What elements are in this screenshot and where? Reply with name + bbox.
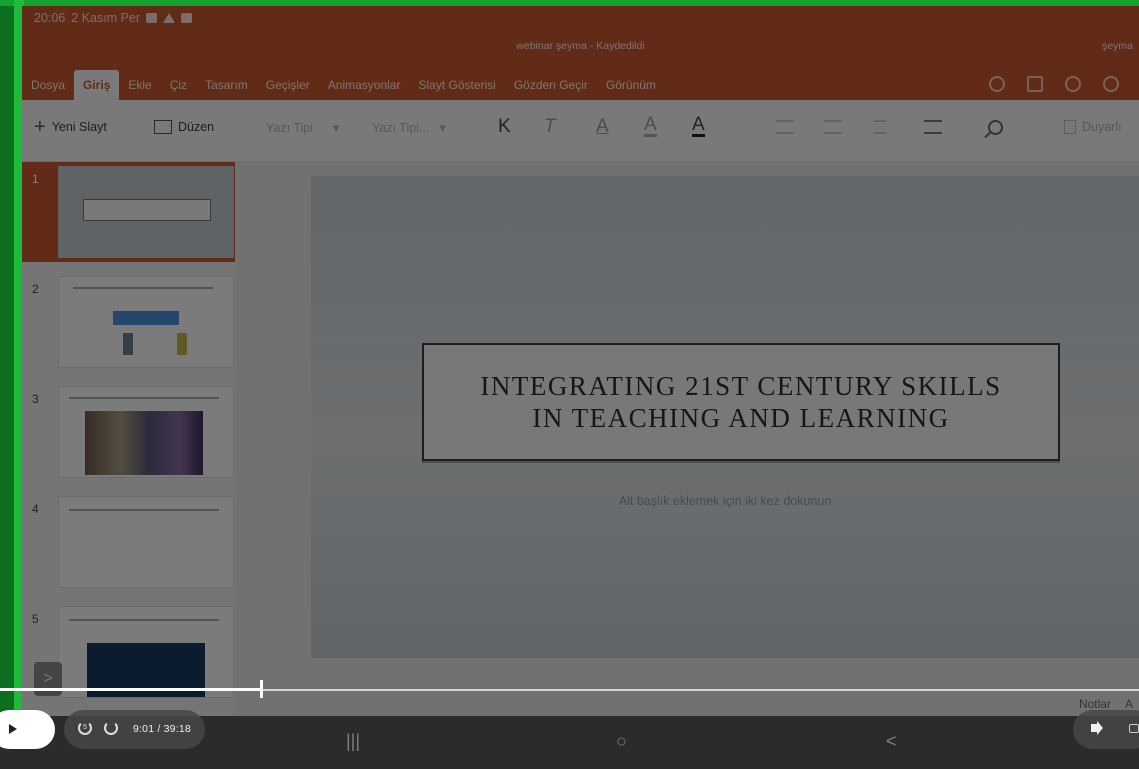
tab-gorunum[interactable]: Görünüm [597, 70, 665, 100]
home-button[interactable]: ○ [616, 731, 627, 752]
volume-icon[interactable] [1091, 724, 1097, 732]
mini-text-line [73, 287, 213, 289]
slide-thumbnail[interactable]: 4 [22, 492, 235, 592]
align-icon[interactable] [924, 120, 942, 134]
ribbon-tabs: Dosya Giriş Ekle Çiz Tasarım Geçişler An… [22, 66, 665, 100]
mini-title-box [83, 199, 211, 221]
play-icon [9, 724, 17, 734]
font-size-dropdown[interactable]: Yazı Tipi... ▾ [372, 120, 446, 136]
mini-diagram [113, 311, 179, 325]
slide-thumbnail[interactable]: 2 [22, 272, 235, 372]
time-display: 9:01 / 39:18 [133, 723, 191, 735]
tab-gozden-gecir[interactable]: Gözden Geçir [505, 70, 597, 100]
font-name-placeholder: Yazı Tipi [266, 120, 314, 135]
video-scrubber-handle[interactable] [260, 680, 263, 698]
home-toolbar: + Yeni Slayt Düzen Yazı Tipi ▾ Yazı Tipi… [22, 100, 1139, 162]
drive-icon [163, 13, 176, 23]
editor-bottom-bar: Notlar A [235, 692, 1139, 716]
user-name[interactable]: şeyma [1102, 40, 1133, 52]
slide-number: 1 [32, 172, 39, 186]
tab-ciz[interactable]: Çiz [161, 70, 196, 100]
new-slide-button[interactable]: + Yeni Slayt [34, 116, 107, 138]
recents-button[interactable]: ||| [346, 731, 360, 752]
italic-button[interactable]: T [544, 116, 556, 138]
dictate-icon [1064, 120, 1076, 134]
slide-title-box[interactable]: INTEGRATING 21ST CENTURY SKILLS IN TEACH… [422, 343, 1060, 461]
powerpoint-app: 20:06 2 Kasım Per webinar şeyma - Kayded… [22, 6, 1139, 716]
present-icon[interactable] [1027, 76, 1043, 92]
tab-giris[interactable]: Giriş [74, 70, 120, 100]
plus-icon: + [34, 116, 46, 138]
current-time: 9:01 [133, 723, 155, 735]
notes-button[interactable]: Notlar [1079, 697, 1111, 711]
mini-figure [177, 333, 187, 355]
slide-preview [58, 276, 234, 368]
font-color-button[interactable]: A [692, 115, 705, 137]
slide-editor: INTEGRATING 21ST CENTURY SKILLS IN TEACH… [235, 162, 1139, 716]
dictate-label: Duyarlı [1082, 120, 1122, 134]
slide-number: 5 [32, 612, 39, 626]
slide-number: 3 [32, 392, 39, 406]
gallery-icon [146, 13, 158, 23]
undo-icon[interactable] [1103, 76, 1119, 92]
slide-preview [58, 606, 234, 698]
mini-figure [123, 333, 133, 355]
bullet-list-icon[interactable] [776, 120, 794, 134]
share-icon[interactable] [1065, 76, 1081, 92]
video-progress-played [0, 688, 261, 691]
comments-button[interactable]: A [1125, 697, 1133, 711]
new-slide-label: Yeni Slayt [51, 120, 107, 134]
numbered-list-icon[interactable] [824, 120, 842, 134]
layout-icon [154, 120, 172, 134]
mini-text-line [69, 397, 219, 399]
mini-photo [85, 411, 203, 475]
time-separator: / [157, 723, 161, 735]
font-name-dropdown[interactable]: Yazı Tipi ▾ [266, 120, 340, 136]
mini-text-line [69, 619, 219, 621]
slide-title-line: IN TEACHING AND LEARNING [532, 403, 950, 433]
notification-icon [181, 13, 193, 23]
lightbulb-icon[interactable] [989, 76, 1005, 92]
status-time: 20:06 [34, 11, 66, 25]
slide-thumbnail[interactable]: 1 [22, 162, 235, 262]
font-size-placeholder: Yazı Tipi... [372, 120, 430, 135]
dictate-button[interactable]: Duyarlı [1064, 120, 1122, 134]
ribbon-actions [989, 76, 1119, 92]
slide-thumbnail[interactable]: 3 [22, 382, 235, 482]
indent-icon[interactable] [874, 120, 886, 134]
document-title[interactable]: webinar şeyma - Kaydedildi [22, 40, 1139, 52]
slide-thumbnails-panel: 1 2 3 4 5 [22, 162, 235, 716]
layout-button[interactable]: Düzen [154, 120, 214, 134]
underline-button[interactable]: A [596, 116, 609, 138]
chevron-down-icon: ▾ [439, 121, 446, 135]
slide-number: 4 [32, 502, 39, 516]
seek-forward-icon[interactable] [104, 721, 118, 735]
slide-preview [58, 386, 234, 478]
search-icon[interactable] [988, 120, 1003, 135]
subtitle-placeholder[interactable]: Alt başlık eklemek için iki kez dokunun [311, 494, 1139, 508]
seek-back-icon[interactable]: 5 [78, 721, 92, 735]
slide-title-line: INTEGRATING 21ST CENTURY SKILLS [480, 371, 1002, 401]
highlight-button[interactable]: A [644, 115, 657, 137]
bold-button[interactable]: K [498, 116, 511, 138]
tab-slayt-gosterisi[interactable]: Slayt Gösterisi [409, 70, 504, 100]
status-date: 2 Kasım Per [71, 11, 141, 25]
status-bar: 20:06 2 Kasım Per [34, 11, 193, 25]
tab-gecisler[interactable]: Geçişler [257, 70, 319, 100]
slide-number: 2 [32, 282, 39, 296]
chevron-down-icon: ▾ [333, 121, 340, 135]
slide-preview [58, 166, 234, 258]
current-slide[interactable]: INTEGRATING 21ST CENTURY SKILLS IN TEACH… [311, 176, 1139, 658]
slide-preview [58, 496, 234, 588]
tab-ekle[interactable]: Ekle [119, 70, 160, 100]
tab-animasyonlar[interactable]: Animasyonlar [319, 70, 410, 100]
duration: 39:18 [163, 723, 191, 735]
slide-title: INTEGRATING 21ST CENTURY SKILLS IN TEACH… [480, 370, 1001, 434]
mini-text-line [69, 509, 219, 511]
tab-dosya[interactable]: Dosya [22, 70, 74, 100]
back-button[interactable]: < [886, 731, 897, 752]
tab-tasarim[interactable]: Tasarım [196, 70, 257, 100]
layout-label: Düzen [178, 120, 215, 134]
captions-icon[interactable] [1129, 724, 1139, 733]
